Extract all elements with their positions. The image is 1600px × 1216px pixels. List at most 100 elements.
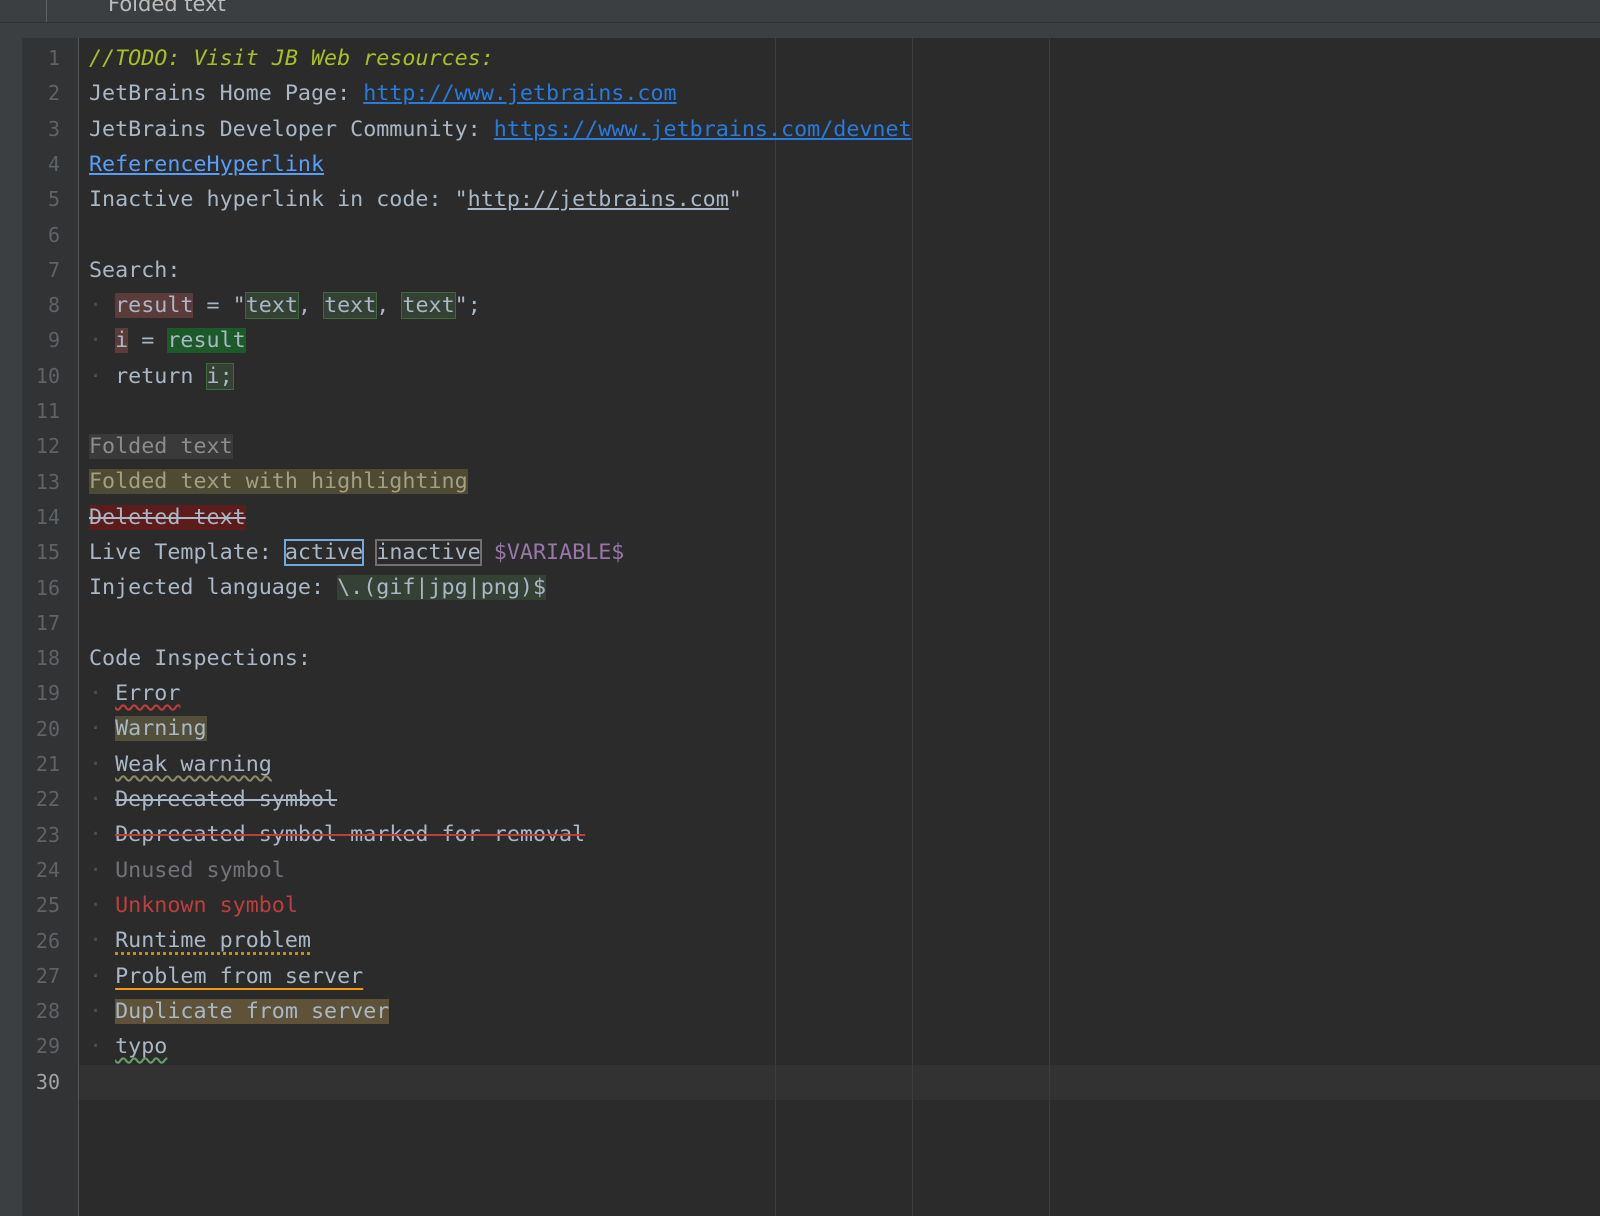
deprecated-removal-text[interactable]: Deprecated symbol marked for removal bbox=[115, 822, 585, 847]
code-line-weak-warning[interactable]: · Weak warning bbox=[89, 747, 272, 782]
line-number[interactable]: 6 bbox=[22, 218, 60, 253]
template-active-variable[interactable]: active bbox=[283, 539, 365, 566]
search-write-access: i bbox=[115, 328, 129, 353]
home-page-hyperlink[interactable]: http://www.jetbrains.com bbox=[363, 81, 676, 106]
code-line-folded[interactable]: Folded text bbox=[89, 429, 233, 464]
code-line-search-i[interactable]: · i = result bbox=[89, 323, 246, 358]
line-number[interactable]: 27 bbox=[22, 959, 60, 994]
line-number[interactable]: 19 bbox=[22, 676, 60, 711]
code-line-folded-highlight[interactable]: Folded text with highlighting bbox=[89, 464, 468, 499]
line-number[interactable]: 25 bbox=[22, 888, 60, 923]
line-number[interactable]: 16 bbox=[22, 571, 60, 606]
code-line-error[interactable]: · Error bbox=[89, 676, 180, 711]
code-line-warning[interactable]: · Warning bbox=[89, 711, 207, 746]
line-number[interactable]: 17 bbox=[22, 606, 60, 641]
deprecated-symbol-text[interactable]: Deprecated symbol bbox=[115, 787, 337, 812]
code-line-search-title[interactable]: Search: bbox=[89, 253, 180, 288]
line-number[interactable]: 13 bbox=[22, 465, 60, 500]
line-number[interactable]: 23 bbox=[22, 818, 60, 853]
runtime-problem-text[interactable]: Runtime problem bbox=[115, 928, 311, 953]
line-number[interactable]: 21 bbox=[22, 747, 60, 782]
folded-text[interactable]: Folded text bbox=[89, 434, 233, 459]
line-number[interactable]: 26 bbox=[22, 924, 60, 959]
line-number[interactable]: 12 bbox=[22, 429, 60, 464]
code-line-injected-language[interactable]: Injected language: \.(gif|jpg|png)$ bbox=[89, 570, 547, 605]
tab-bar-border bbox=[0, 22, 1600, 23]
folded-text-highlighted[interactable]: Folded text with highlighting bbox=[89, 469, 468, 494]
line-number[interactable]: 8 bbox=[22, 288, 60, 323]
statement-end: "; bbox=[454, 293, 481, 318]
assign-text: = " bbox=[193, 293, 246, 318]
line-number[interactable]: 7 bbox=[22, 253, 60, 288]
inactive-hyperlink[interactable]: http://jetbrains.com bbox=[468, 187, 729, 212]
line-number[interactable]: 30 bbox=[22, 1065, 60, 1100]
closing-quote: " bbox=[728, 187, 742, 212]
code-line-live-template[interactable]: Live Template: active inactive $VARIABLE… bbox=[89, 535, 624, 570]
editor-tab[interactable]: Folded text bbox=[108, 0, 226, 16]
line-number[interactable]: 4 bbox=[22, 147, 60, 182]
line-number[interactable]: 15 bbox=[22, 535, 60, 570]
search-match: text bbox=[244, 292, 299, 319]
line-number[interactable]: 9 bbox=[22, 323, 60, 358]
deleted-text: Deleted text bbox=[89, 505, 246, 530]
code-line-typo[interactable]: · typo bbox=[89, 1029, 167, 1064]
indent-marker: · bbox=[89, 787, 103, 812]
current-line-highlight bbox=[79, 1065, 1600, 1101]
code-line-deprecated[interactable]: · Deprecated symbol bbox=[89, 782, 337, 817]
tab-separator bbox=[46, 0, 47, 22]
code-line-search-return[interactable]: · return i; bbox=[89, 359, 234, 394]
line-number[interactable]: 2 bbox=[22, 76, 60, 111]
inspections-label: Code Inspections: bbox=[89, 646, 311, 671]
server-problem-text[interactable]: Problem from server bbox=[115, 964, 363, 989]
line-number[interactable]: 29 bbox=[22, 1029, 60, 1064]
code-line-inactive-hyperlink[interactable]: Inactive hyperlink in code: "http://jetb… bbox=[89, 182, 742, 217]
unused-symbol-text[interactable]: Unused symbol bbox=[115, 858, 285, 883]
code-line-home-page[interactable]: JetBrains Home Page: http://www.jetbrain… bbox=[89, 76, 677, 111]
indent-marker: · bbox=[89, 822, 103, 847]
code-line-runtime[interactable]: · Runtime problem bbox=[89, 923, 311, 958]
code-line-deleted[interactable]: Deleted text bbox=[89, 500, 246, 535]
duplicate-text[interactable]: Duplicate from server bbox=[115, 999, 390, 1024]
line-number[interactable]: 1 bbox=[22, 41, 60, 76]
code-line-inspections-title[interactable]: Code Inspections: bbox=[89, 641, 311, 676]
line-number[interactable]: 20 bbox=[22, 712, 60, 747]
code-line-reference[interactable]: ReferenceHyperlink bbox=[89, 147, 324, 182]
code-editor[interactable]: 1 2 3 4 5 6 7 8 9 10 11 12 13 14 15 16 17 18 19 20 21 22 23 24 2… bbox=[22, 38, 1600, 1216]
indent-marker: · bbox=[89, 999, 103, 1024]
code-line-search-result[interactable]: · result = "text, text, text"; bbox=[89, 288, 481, 323]
template-variable: $VARIABLE$ bbox=[493, 540, 625, 565]
indent-marker: · bbox=[89, 293, 103, 318]
editor-tab-bar: Folded text bbox=[0, 0, 1600, 38]
line-number[interactable]: 10 bbox=[22, 359, 60, 394]
line-number[interactable]: 5 bbox=[22, 182, 60, 217]
typo-text[interactable]: typo bbox=[115, 1034, 167, 1059]
unknown-symbol-text[interactable]: Unknown symbol bbox=[115, 893, 298, 918]
indent-marker: · bbox=[89, 928, 103, 953]
todo-comment: //TODO: Visit JB Web resources: bbox=[89, 46, 494, 71]
code-line-unknown[interactable]: · Unknown symbol bbox=[89, 888, 298, 923]
warning-text[interactable]: Warning bbox=[115, 716, 207, 741]
indent-marker: · bbox=[89, 893, 103, 918]
line-number[interactable]: 22 bbox=[22, 782, 60, 817]
weak-warning-text[interactable]: Weak warning bbox=[115, 752, 272, 777]
line-number[interactable]: 24 bbox=[22, 853, 60, 888]
code-line-deprecated-removal[interactable]: · Deprecated symbol marked for removal bbox=[89, 817, 585, 852]
line-number[interactable]: 18 bbox=[22, 641, 60, 676]
line-number[interactable]: 14 bbox=[22, 500, 60, 535]
line-number[interactable]: 3 bbox=[22, 112, 60, 147]
code-line-duplicate[interactable]: · Duplicate from server bbox=[89, 994, 390, 1029]
home-page-label: JetBrains Home Page: bbox=[89, 81, 364, 106]
error-text[interactable]: Error bbox=[115, 681, 180, 706]
assign-text: = bbox=[128, 328, 168, 353]
line-number[interactable]: 11 bbox=[22, 394, 60, 429]
template-inactive-variable[interactable]: inactive bbox=[375, 539, 482, 566]
code-line-community[interactable]: JetBrains Developer Community: https://w… bbox=[89, 112, 912, 147]
code-line-unused[interactable]: · Unused symbol bbox=[89, 853, 285, 888]
reference-hyperlink[interactable]: ReferenceHyperlink bbox=[89, 152, 324, 177]
code-line-todo[interactable]: //TODO: Visit JB Web resources: bbox=[89, 41, 494, 76]
community-hyperlink[interactable]: https://www.jetbrains.com/devnet bbox=[494, 117, 912, 142]
code-line-server-problem[interactable]: · Problem from server bbox=[89, 959, 363, 994]
separator: , bbox=[297, 293, 325, 318]
line-number[interactable]: 28 bbox=[22, 994, 60, 1029]
search-read-access: result bbox=[167, 328, 246, 353]
